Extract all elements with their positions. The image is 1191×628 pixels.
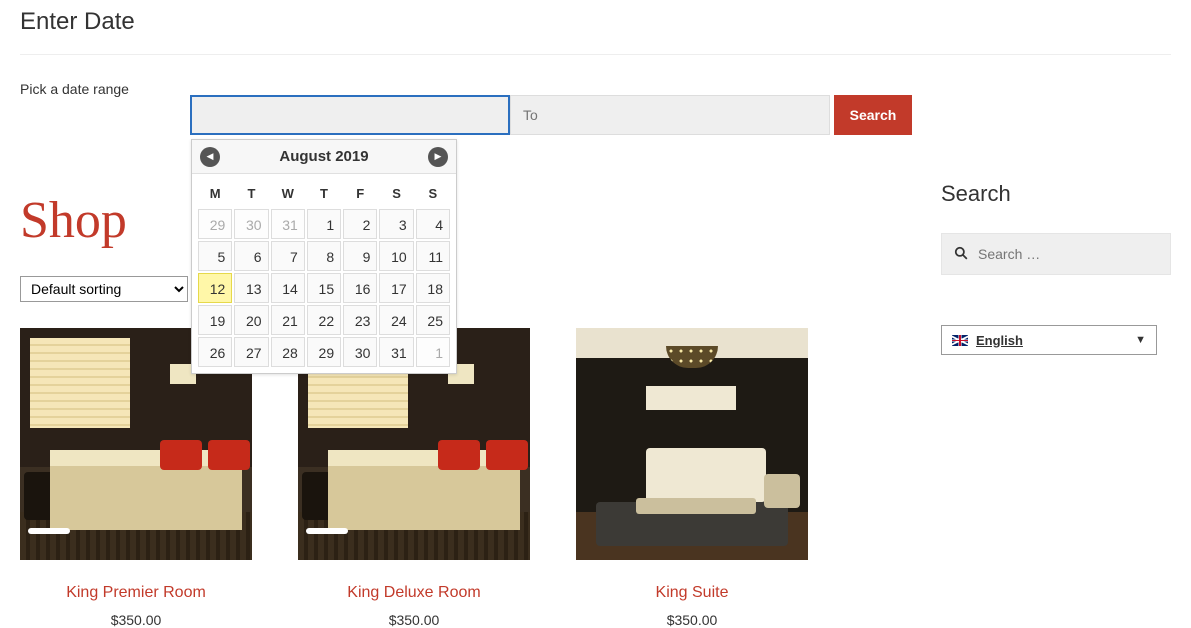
product-price: $350.00 [576, 612, 808, 628]
date-cell[interactable]: 24 [379, 305, 413, 335]
date-cell[interactable]: 2 [343, 209, 377, 239]
date-cell[interactable]: 18 [416, 273, 450, 303]
weekday-label: S [379, 180, 413, 207]
date-cell[interactable]: 13 [234, 273, 268, 303]
date-cell[interactable]: 31 [379, 337, 413, 367]
weekday-label: S [416, 180, 450, 207]
weekday-label: T [234, 180, 268, 207]
product-image [576, 328, 808, 560]
date-cell[interactable]: 9 [343, 241, 377, 271]
date-cell[interactable]: 22 [307, 305, 341, 335]
date-cell[interactable]: 16 [343, 273, 377, 303]
datepicker-prev-icon[interactable]: ◀ [200, 147, 220, 167]
date-cell[interactable]: 29 [307, 337, 341, 367]
date-cell[interactable]: 28 [271, 337, 305, 367]
date-cell[interactable]: 15 [307, 273, 341, 303]
date-cell[interactable]: 1 [307, 209, 341, 239]
uk-flag-icon [952, 335, 968, 346]
product-card[interactable]: King Suite $350.00 [576, 328, 808, 628]
product-price: $350.00 [20, 612, 252, 628]
product-title: King Suite [576, 584, 808, 602]
date-cell[interactable]: 1 [416, 337, 450, 367]
date-cell[interactable]: 21 [271, 305, 305, 335]
date-cell[interactable]: 26 [198, 337, 232, 367]
date-cell[interactable]: 4 [416, 209, 450, 239]
date-cell[interactable]: 7 [271, 241, 305, 271]
date-cell[interactable]: 27 [234, 337, 268, 367]
sidebar-search-box[interactable] [941, 233, 1171, 275]
date-to-input[interactable] [510, 95, 830, 135]
enter-date-heading: Enter Date [20, 0, 1171, 55]
date-search-button[interactable]: Search [834, 95, 912, 135]
date-cell[interactable]: 25 [416, 305, 450, 335]
chevron-down-icon: ▼ [1135, 334, 1146, 346]
datepicker-popup: ◀ August 2019 ▶ MTWTFSS 2930311234567891… [191, 139, 457, 374]
sidebar-search-input[interactable] [978, 246, 1148, 262]
language-selector[interactable]: English ▼ [941, 325, 1157, 355]
date-cell[interactable]: 31 [271, 209, 305, 239]
datepicker-month-label: August 2019 [279, 148, 368, 165]
date-cell[interactable]: 30 [234, 209, 268, 239]
date-cell[interactable]: 8 [307, 241, 341, 271]
sidebar-search-heading: Search [941, 181, 1171, 207]
product-title: King Premier Room [20, 584, 252, 602]
date-from-input[interactable] [190, 95, 510, 135]
date-cell[interactable]: 10 [379, 241, 413, 271]
product-price: $350.00 [298, 612, 530, 628]
date-cell[interactable]: 23 [343, 305, 377, 335]
date-cell[interactable]: 3 [379, 209, 413, 239]
date-cell[interactable]: 11 [416, 241, 450, 271]
weekday-label: W [271, 180, 305, 207]
date-cell[interactable]: 6 [234, 241, 268, 271]
weekday-label: F [343, 180, 377, 207]
date-cell[interactable]: 12 [198, 273, 232, 303]
search-icon [954, 246, 968, 263]
sort-select[interactable]: Default sorting [20, 276, 188, 302]
datepicker-grid: MTWTFSS 29303112345678910111213141516171… [192, 174, 456, 373]
date-cell[interactable]: 17 [379, 273, 413, 303]
weekday-label: T [307, 180, 341, 207]
date-cell[interactable]: 30 [343, 337, 377, 367]
product-title: King Deluxe Room [298, 584, 530, 602]
datepicker-next-icon[interactable]: ▶ [428, 147, 448, 167]
weekday-label: M [198, 180, 232, 207]
date-cell[interactable]: 14 [271, 273, 305, 303]
date-cell[interactable]: 19 [198, 305, 232, 335]
date-cell[interactable]: 20 [234, 305, 268, 335]
date-cell[interactable]: 5 [198, 241, 232, 271]
date-cell[interactable]: 29 [198, 209, 232, 239]
language-label: English [976, 333, 1023, 348]
